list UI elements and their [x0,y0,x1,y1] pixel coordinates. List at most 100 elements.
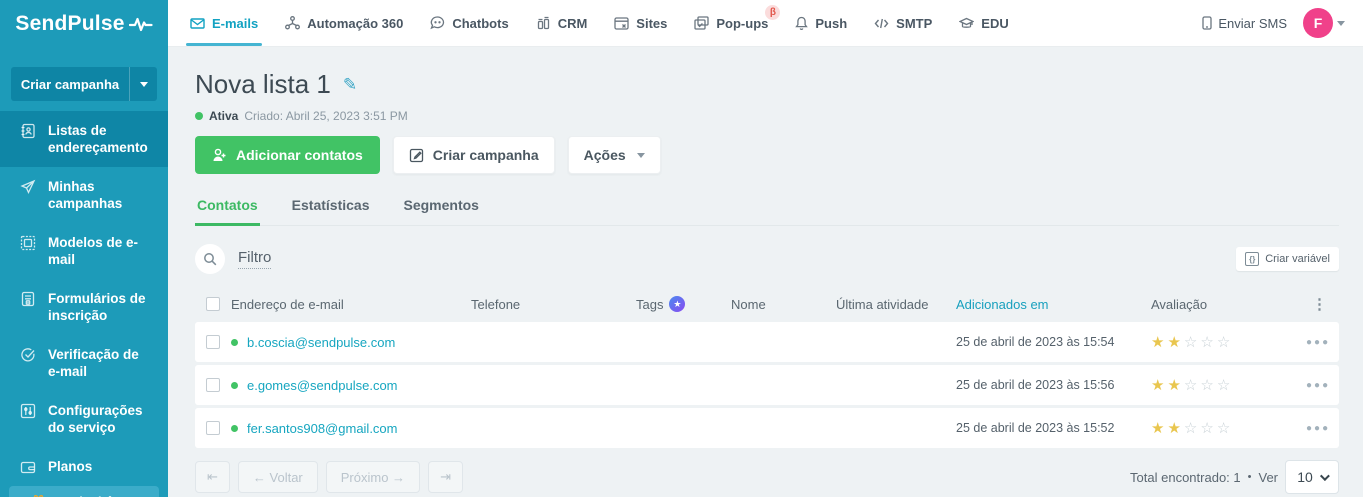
table-row[interactable]: b.coscia@sendpulse.com 25 de abril de 20… [195,322,1339,362]
sidebar-item-label: Verificação de e-mail [48,347,139,379]
row-menu-kebab-icon[interactable]: ●●● [1306,423,1346,434]
pagination-prev-button[interactable]: ← Voltar [237,461,318,493]
select-all-checkbox[interactable] [206,297,220,311]
bonus-button[interactable]: Ganhe bônus [9,486,159,497]
rating-stars[interactable]: ★★☆☆☆ [1151,333,1306,351]
sidebar-item-modelos[interactable]: Modelos de e-mail [0,223,168,279]
topnav-item-sites[interactable]: Sites [614,0,667,46]
contact-email-link[interactable]: fer.santos908@gmail.com [247,421,398,436]
sidebar-item-formularios[interactable]: Formulários de inscrição [0,279,168,335]
search-button[interactable] [195,244,225,274]
send-sms-label: Enviar SMS [1218,15,1287,31]
row-checkbox[interactable] [206,378,220,392]
account-menu[interactable]: F [1303,8,1345,38]
contact-email-link[interactable]: b.coscia@sendpulse.com [247,335,395,350]
per-page-select[interactable]: 10 [1285,460,1339,494]
per-page-value: 10 [1297,469,1313,485]
topnav-item-edu[interactable]: EDU [959,0,1009,46]
tab-contatos[interactable]: Contatos [195,197,260,226]
edit-title-icon[interactable]: ✎ [343,75,357,95]
column-settings-kebab-icon[interactable]: ⋮ [1312,295,1339,313]
create-campaign-button[interactable]: Criar campanha [392,136,555,174]
rating-stars[interactable]: ★★☆☆☆ [1151,419,1306,437]
chevron-down-icon [1337,20,1345,26]
envelope-icon [190,17,205,29]
avatar: F [1303,8,1333,38]
col-header-added-at[interactable]: Adicionados em [956,297,1151,312]
sidebar-item-verificacao[interactable]: Verificação de e-mail [0,335,168,391]
pagination-first-button[interactable]: ⇤ [195,461,230,493]
code-icon [874,18,889,28]
create-campaign-label: Criar campanha [20,76,120,92]
send-sms-button[interactable]: Enviar SMS [1202,16,1287,31]
rating-stars[interactable]: ★★☆☆☆ [1151,376,1306,394]
topnav-item-chatbots[interactable]: Chatbots [430,0,509,46]
tabs: Contatos Estatísticas Segmentos [195,197,1339,226]
create-variable-button[interactable]: {} Criar variável [1236,247,1339,271]
topnav-item-push[interactable]: Push [795,0,847,46]
topnav: E-mails Automação 360 Chatbots CRM Sites… [185,0,1009,46]
sidebar-item-label: Listas de endereçamento [48,123,148,155]
sidebar-item-label: Configurações do serviço [48,403,143,435]
pulse-icon [128,17,153,31]
col-header-name[interactable]: Nome [731,297,836,312]
sidebar-item-campanhas[interactable]: Minhas campanhas [0,167,168,223]
sidebar-item-label: Formulários de inscrição [48,291,146,323]
topnav-label: Pop-ups [716,15,769,31]
topnav-item-popups[interactable]: Pop-ups β [694,0,781,46]
col-header-rating[interactable]: Avaliação [1151,297,1306,312]
row-checkbox[interactable] [206,421,220,435]
topnav-item-emails[interactable]: E-mails [185,0,263,46]
row-menu-kebab-icon[interactable]: ●●● [1306,337,1346,348]
topnav-item-smtp[interactable]: SMTP [874,0,932,46]
filter-toggle[interactable]: Filtro [238,249,272,269]
create-campaign-dropdown[interactable] [129,67,157,101]
topnav-label: EDU [981,15,1009,31]
variable-icon: {} [1245,252,1260,266]
actions-button[interactable]: Ações [567,136,661,174]
tab-estatisticas[interactable]: Estatísticas [290,197,372,225]
results-summary: Total encontrado: 1 • Ver 10 [1130,460,1339,494]
row-menu-kebab-icon[interactable]: ●●● [1306,380,1346,391]
table-row[interactable]: fer.santos908@gmail.com 25 de abril de 2… [195,408,1339,448]
action-buttons: Adicionar contatos Criar campanha Ações [195,136,1339,174]
tags-label: Tags [636,296,664,312]
chevron-down-icon [636,152,645,158]
col-header-tags[interactable]: Tags ★ [636,296,731,312]
add-contacts-button[interactable]: Adicionar contatos [195,136,380,174]
sidebar-item-label: Planos [48,459,93,474]
sidebar-item-label: Modelos de e-mail [48,235,139,267]
graduation-cap-icon [959,17,975,28]
sidebar-item-listas[interactable]: Listas de endereçamento [0,111,168,167]
row-checkbox[interactable] [206,335,220,349]
cell-added-at: 25 de abril de 2023 às 15:52 [956,421,1115,435]
topnav-item-crm[interactable]: CRM [536,0,587,46]
campaigns-icon [20,179,36,195]
topnav-label: Push [815,15,848,31]
sidebar-item-configuracoes[interactable]: Configurações do serviço [0,391,168,447]
tab-segmentos[interactable]: Segmentos [402,197,481,225]
col-header-phone[interactable]: Telefone [471,297,636,312]
logo[interactable]: SendPulse [0,0,168,47]
table-row[interactable]: e.gomes@sendpulse.com 25 de abril de 202… [195,365,1339,405]
topnav-item-automacao[interactable]: Automação 360 [285,0,403,46]
popup-windows-icon [694,16,710,30]
pagination-next-button[interactable]: Próximo → [325,461,421,493]
contact-email-link[interactable]: e.gomes@sendpulse.com [247,378,398,393]
add-person-icon [213,148,226,161]
col-header-email[interactable]: Endereço de e-mail [231,297,471,312]
tags-star-badge: ★ [669,296,686,312]
sidebar-item-planos[interactable]: Planos [0,447,168,486]
col-header-last-activity[interactable]: Última atividade [836,297,956,312]
pagination-last-button[interactable]: ⇥ [428,461,463,493]
title-row: Nova lista 1 ✎ [195,69,1339,100]
contacts-table: Endereço de e-mail Telefone Tags ★ Nome … [195,286,1339,448]
phone-icon [1202,16,1213,30]
subscription-form-icon [21,291,35,307]
chat-bubble-icon [430,16,445,30]
create-campaign-split-button[interactable]: Criar campanha [11,67,157,101]
status-dot [195,112,203,120]
sidebar: Criar campanha Listas de endereçamento M… [0,47,168,497]
created-timestamp: Criado: Abril 25, 2023 3:51 PM [244,109,408,123]
plans-wallet-icon [20,461,36,474]
